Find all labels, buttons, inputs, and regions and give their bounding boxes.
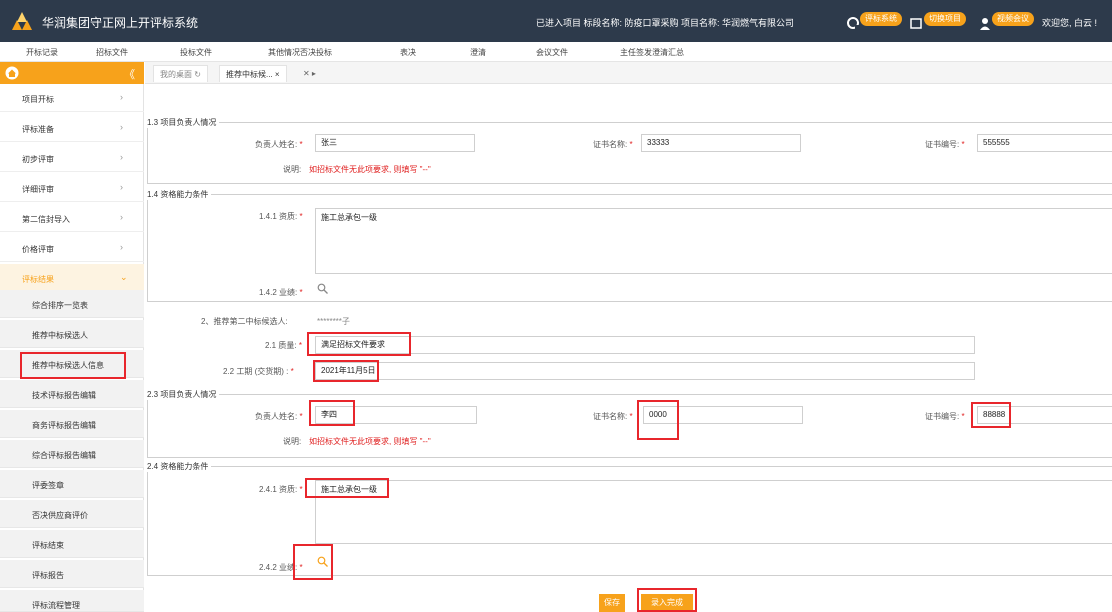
sidebar-sub-overall-report[interactable]: 综合评标报告编辑 — [0, 440, 144, 468]
sidebar-sub-reject-eval[interactable]: 否决供应商评价 — [0, 500, 144, 528]
eval-system-button[interactable]: 评标系统 — [846, 10, 902, 32]
switch-project-button[interactable]: 切换项目 — [910, 10, 966, 32]
menu-opening-record[interactable]: 开标记录 — [26, 47, 58, 58]
search-icon[interactable] — [317, 556, 328, 567]
menu-vote[interactable]: 表决 — [400, 47, 416, 58]
section-title: 1.3 项目负责人情况 — [147, 117, 220, 128]
section-title: 2.3 项目负责人情况 — [147, 389, 220, 400]
sidebar-item-price-review[interactable]: 价格评审 › — [0, 234, 144, 262]
sidebar-sub-biz-report[interactable]: 商务评标报告编辑 — [0, 410, 144, 438]
logo-icon — [12, 12, 32, 30]
cert-name-input[interactable]: 33333 — [641, 134, 801, 152]
video-meeting-button[interactable]: 视频会议 — [978, 10, 1034, 32]
sidebar-item-prepare[interactable]: 评标准备 › — [0, 114, 144, 142]
field-label: 证书编号: * — [925, 140, 965, 149]
field-label: 负责人姓名: * — [255, 412, 303, 421]
field-label: 2.1 质量: * — [265, 341, 302, 350]
home-icon[interactable] — [5, 66, 19, 80]
field-label: 2.4.1 资质: * — [259, 485, 303, 494]
top-bar: 华润集团守正网上开评标系统 已进入项目 标段名称: 防疫口罩采购 项目名称: 华… — [0, 0, 1112, 42]
welcome-text: 欢迎您, 白云 ! — [1042, 18, 1098, 28]
note-label: 说明: — [283, 437, 302, 446]
form-panel: 1.3 项目负责人情况 负责人姓名: * 张三 证书名称: * 33333 证书… — [145, 84, 1112, 612]
user-video-icon — [980, 18, 990, 30]
sidebar-sub-sign[interactable]: 评委签章 — [0, 470, 144, 498]
note-text: 如招标文件无此项要求, 则填写 "--" — [309, 165, 431, 174]
refresh-icon — [847, 17, 860, 30]
field-label: 2.4.2 业绩: * — [259, 563, 303, 572]
sidebar-item-detailed[interactable]: 详细评审 › — [0, 174, 144, 202]
menu-clarify[interactable]: 澄清 — [470, 47, 486, 58]
owner-name-input-2[interactable]: 李四 — [315, 406, 477, 424]
note-text: 如招标文件无此项要求, 则填写 "--" — [309, 437, 431, 446]
chevron-right-icon: › — [120, 92, 123, 102]
menu-bid-docs[interactable]: 投标文件 — [180, 47, 212, 58]
field-label: 1.4.1 资质: * — [259, 212, 303, 221]
tab-bar: 我的桌面 ↻ 推荐中标候... × ✕ ▸ — [145, 62, 1112, 84]
sidebar-sub-recommend-info[interactable]: 推荐中标候选人信息 — [0, 350, 144, 378]
project-info: 已进入项目 标段名称: 防疫口罩采购 项目名称: 华润燃气有限公司 — [536, 18, 795, 28]
sidebar-item-result[interactable]: 评标结果 ⌄ — [0, 264, 144, 292]
cert-number-input[interactable]: 555555 — [977, 134, 1112, 152]
section-title: 2.4 资格能力条件 — [147, 461, 212, 472]
chevron-right-icon: › — [120, 182, 123, 192]
chevron-right-icon: › — [120, 242, 123, 252]
content-area: 1.3 项目负责人情况 负责人姓名: * 张三 证书名称: * 33333 证书… — [145, 84, 1112, 612]
submit-button[interactable]: 录入完成 — [641, 594, 693, 612]
tab-current[interactable]: 推荐中标候... × — [219, 65, 287, 82]
menu-other-reject[interactable]: 其他情况否决投标 — [268, 47, 332, 58]
sidebar-sub-report[interactable]: 评标报告 — [0, 560, 144, 588]
close-tabs-icon[interactable]: ✕ ▸ — [297, 65, 322, 82]
collapse-icon[interactable]: 《 — [124, 66, 135, 82]
sidebar-header: 《 — [0, 62, 144, 84]
menu-tender-docs[interactable]: 招标文件 — [96, 47, 128, 58]
section-2-3 — [147, 394, 1112, 458]
sidebar-sub-tech-report[interactable]: 技术评标报告编辑 — [0, 380, 144, 408]
field-label: 1.4.2 业绩: * — [259, 288, 303, 297]
sidebar-sub-recommend[interactable]: 推荐中标候选人 — [0, 320, 144, 348]
field-label: 证书名称: * — [593, 140, 633, 149]
chevron-right-icon: › — [120, 152, 123, 162]
app-title: 华润集团守正网上开评标系统 — [42, 16, 199, 30]
tab-home[interactable]: 我的桌面 ↻ — [153, 65, 208, 82]
sidebar-item-opening[interactable]: 项目开标 › — [0, 84, 144, 112]
cert-name-input-2[interactable]: 0000 — [643, 406, 803, 424]
section-title: 1.4 资格能力条件 — [147, 189, 212, 200]
sidebar-sub-flow[interactable]: 评标流程管理 — [0, 590, 144, 612]
duration-input[interactable]: 2021年11月5日 — [315, 362, 975, 380]
owner-name-input[interactable]: 张三 — [315, 134, 475, 152]
chevron-down-icon: ⌄ — [120, 272, 128, 282]
menu-meeting-docs[interactable]: 会议文件 — [536, 47, 568, 58]
field-label: 负责人姓名: * — [255, 140, 303, 149]
field-label: 2.2 工期 (交货期) : * — [223, 367, 294, 376]
sidebar-sub-ranking[interactable]: 综合排序一览表 — [0, 290, 144, 318]
field-label: 证书名称: * — [593, 412, 633, 421]
sidebar-sub-end[interactable]: 评标结束 — [0, 530, 144, 558]
chevron-right-icon: › — [120, 122, 123, 132]
candidate-name: ********子 — [317, 317, 350, 326]
search-icon[interactable] — [317, 283, 328, 294]
qualification-textarea-2[interactable]: 施工总承包一级 — [315, 480, 1112, 544]
sidebar-item-second-envelope[interactable]: 第二信封导入 › — [0, 204, 144, 232]
sidebar: 《 项目开标 › 评标准备 › 初步评审 › 详细评审 › 第二信封导入 › 价格评审 › … — [0, 62, 144, 612]
quality-input[interactable]: 满足招标文件要求 — [315, 336, 975, 354]
switch-icon — [910, 18, 922, 29]
qualification-textarea[interactable]: 施工总承包一级 — [315, 208, 1112, 274]
sidebar-item-preliminary[interactable]: 初步评审 › — [0, 144, 144, 172]
chevron-right-icon: › — [120, 212, 123, 222]
note-label: 说明: — [283, 165, 302, 174]
menu-director-summary[interactable]: 主任签发澄清汇总 — [620, 47, 684, 58]
field-label: 证书编号: * — [925, 412, 965, 421]
menu-bar: 开标记录 招标文件 投标文件 其他情况否决投标 表决 澄清 会议文件 主任签发澄… — [0, 42, 1112, 62]
cert-number-input-2[interactable]: 88888 — [977, 406, 1112, 424]
field-label: 2、推荐第二中标候选人: — [201, 317, 288, 326]
save-button[interactable]: 保存 — [599, 594, 625, 612]
